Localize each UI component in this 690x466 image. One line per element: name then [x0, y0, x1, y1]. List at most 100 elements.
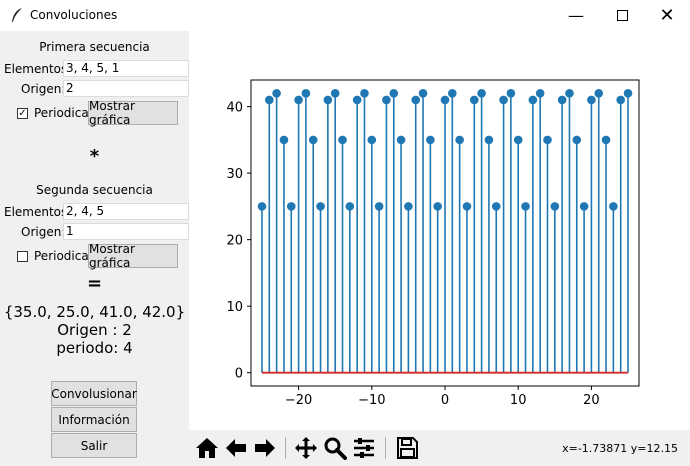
stem-marker	[594, 89, 604, 98]
back-button[interactable]	[222, 434, 250, 462]
first-periodic-label: Periodica	[34, 106, 89, 120]
toolbar-separator	[285, 437, 286, 459]
stem-marker	[565, 89, 574, 98]
first-elements-label: Elementos:	[4, 62, 72, 76]
stem-marker	[579, 202, 589, 211]
y-tick-label: 0	[235, 367, 243, 382]
stem-marker	[352, 95, 362, 105]
zoom-button[interactable]	[321, 434, 349, 462]
arrow-right-icon	[255, 439, 275, 457]
stem-marker	[338, 135, 347, 145]
result-period: periodo: 4	[56, 339, 133, 357]
minimize-button[interactable]: —	[553, 0, 599, 31]
x-tick-label: 20	[583, 393, 600, 408]
second-elements-input[interactable]: 2, 4, 5	[63, 203, 189, 220]
second-periodic-checkbox[interactable]	[17, 251, 28, 262]
stem-marker	[477, 89, 486, 98]
stem-marker	[469, 95, 479, 105]
stem-marker	[265, 95, 274, 105]
plot-canvas[interactable]: −20 −10 0 10 20 0 10 20 30 40	[189, 31, 690, 430]
stem-marker	[426, 135, 435, 145]
x-tick-label: −10	[358, 393, 385, 408]
stem-marker	[521, 202, 530, 211]
stem-chart: −20 −10 0 10 20 0 10 20 30 40	[226, 79, 640, 408]
minimize-icon: —	[568, 6, 584, 25]
stem-marker	[440, 95, 450, 105]
stem-marker	[587, 95, 596, 105]
home-icon	[196, 438, 218, 458]
move-icon	[295, 437, 317, 459]
stem-marker	[448, 89, 457, 98]
y-tick-label: 10	[226, 300, 243, 315]
cursor-coordinates: x=-1.73871 y=12.15	[562, 442, 678, 455]
info-button[interactable]: Información	[51, 407, 137, 432]
stem-marker	[389, 89, 399, 98]
window-title: Convoluciones	[30, 8, 118, 22]
y-tick-label: 20	[226, 234, 243, 249]
first-elements-input[interactable]: 3, 4, 5, 1	[63, 60, 189, 77]
pan-button[interactable]	[292, 434, 320, 462]
x-tick-label: 10	[510, 393, 527, 408]
floppy-disk-icon	[397, 437, 418, 459]
plot-toolbar: x=-1.73871 y=12.15	[189, 430, 690, 466]
stem-marker	[543, 135, 552, 145]
forward-button[interactable]	[251, 434, 279, 462]
result-origin: Origen : 2	[57, 321, 132, 339]
stem-marker	[411, 95, 421, 105]
stem-marker	[330, 89, 340, 98]
stem-marker	[301, 89, 311, 98]
first-origin-label: Origen:	[21, 82, 66, 96]
stem-marker	[323, 95, 333, 105]
stem-marker	[462, 202, 472, 211]
stem-marker	[316, 202, 325, 211]
second-periodic-label: Periodica	[34, 249, 89, 263]
x-tick-label: −20	[285, 393, 312, 408]
stem-marker	[609, 202, 618, 211]
x-tick-label: 0	[441, 393, 449, 408]
feather-icon	[12, 8, 22, 22]
close-button[interactable]: ✕	[644, 0, 690, 31]
exit-button[interactable]: Salir	[51, 433, 137, 458]
sliders-icon	[354, 438, 374, 458]
home-button[interactable]	[193, 434, 221, 462]
save-button[interactable]	[393, 434, 421, 462]
stem-marker	[433, 202, 442, 211]
convolve-button[interactable]: Convolusionar	[51, 381, 137, 406]
second-origin-label: Origen:	[21, 225, 66, 239]
stem-marker	[367, 135, 377, 145]
configure-subplots-button[interactable]	[350, 434, 378, 462]
equals-sign: =	[86, 273, 103, 294]
maximize-button[interactable]	[599, 0, 645, 31]
stem-marker	[345, 202, 355, 211]
stem-marker	[286, 202, 296, 211]
second-elements-label: Elementos:	[4, 205, 72, 219]
second-show-graph-button[interactable]: Mostrar gráfica	[88, 242, 178, 270]
stem-marker	[499, 95, 508, 105]
first-origin-input[interactable]: 2	[63, 80, 189, 97]
convolution-operator: *	[89, 146, 100, 167]
first-periodic-checkbox[interactable]: ✓	[17, 108, 28, 119]
stem-marker	[404, 202, 413, 211]
second-sequence-heading: Segunda secuencia	[36, 183, 153, 197]
close-icon: ✕	[659, 5, 675, 26]
result-values: {35.0, 25.0, 41.0, 42.0}	[3, 303, 186, 321]
stem-marker	[257, 202, 267, 211]
stem-marker	[484, 135, 494, 145]
magnifier-icon	[324, 437, 347, 460]
stem-marker	[491, 202, 501, 211]
stem-marker	[374, 202, 384, 211]
second-origin-input[interactable]: 1	[63, 223, 189, 240]
stem-marker	[572, 135, 582, 145]
first-sequence-heading: Primera secuencia	[39, 40, 150, 54]
stem-marker	[279, 135, 289, 145]
stem-marker	[623, 89, 633, 98]
stem-marker	[616, 95, 625, 105]
stem-marker	[528, 95, 538, 105]
stem-marker	[294, 95, 303, 105]
toolbar-separator	[385, 437, 386, 459]
stem-marker	[455, 135, 464, 145]
title-bar: Convoluciones — ✕	[0, 0, 690, 31]
control-panel: Primera secuencia Elementos: 3, 4, 5, 1 …	[0, 31, 189, 466]
stem-marker	[513, 135, 523, 145]
first-show-graph-button[interactable]: Mostrar gráfica	[88, 99, 178, 127]
